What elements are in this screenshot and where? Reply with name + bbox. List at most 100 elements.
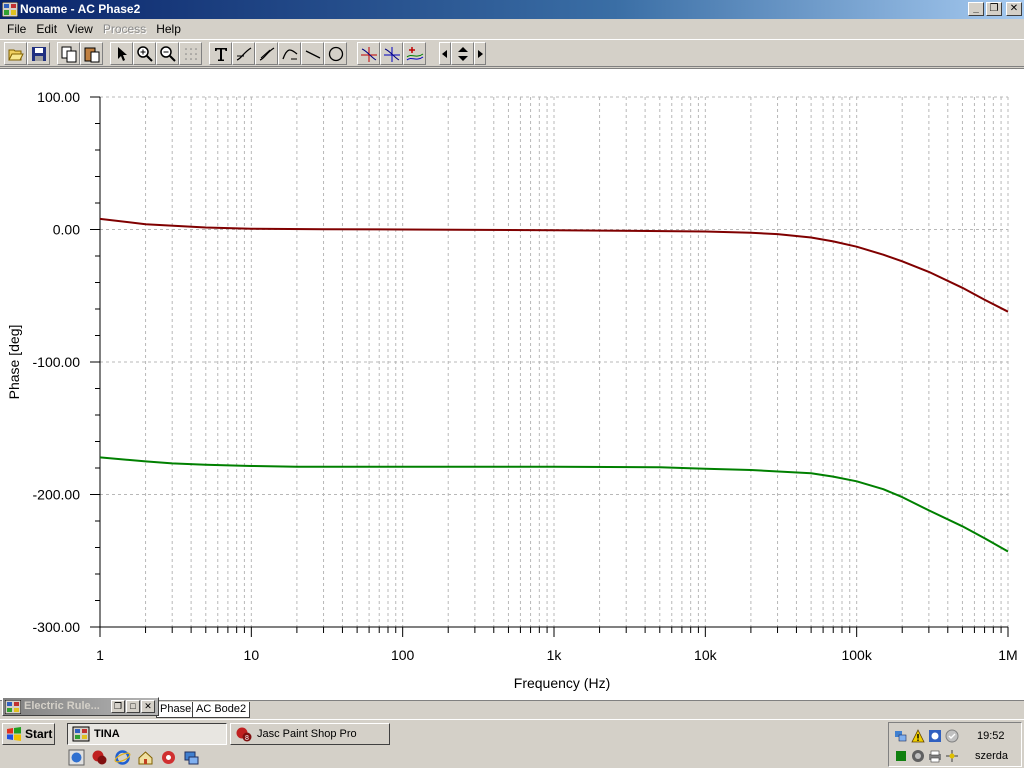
ql-home[interactable] — [135, 747, 155, 767]
menu-edit[interactable]: Edit — [31, 22, 62, 36]
x-tick-label: 10 — [244, 647, 260, 663]
y-axis-label: Phase [deg] — [6, 325, 22, 400]
svg-text:8: 8 — [245, 735, 249, 742]
menu-file[interactable]: File — [2, 22, 31, 36]
tab-ac-bode2[interactable]: AC Bode2 — [192, 702, 251, 718]
tray-row-bottom — [893, 748, 959, 763]
shield-icon — [928, 729, 941, 742]
zoom-100-button[interactable] — [156, 42, 179, 65]
task-paint-shop-pro[interactable]: 8 Jasc Paint Shop Pro — [230, 723, 390, 745]
ql-media[interactable] — [158, 747, 178, 767]
tina-app-icon[interactable] — [2, 2, 18, 17]
pointer-button[interactable] — [110, 42, 133, 65]
plot-area[interactable]: 1 10 100 1k 10k 100k 1M 100.00 0.00 -100.00 -200.0… — [0, 68, 1024, 700]
x-tick-label: 100k — [841, 647, 872, 663]
phase-chart[interactable]: 1 10 100 1k 10k 100k 1M 100.00 0.00 -100.00 -200.0… — [0, 69, 1024, 701]
ie-icon — [114, 749, 130, 765]
cursor-b-button[interactable] — [380, 42, 403, 65]
tray-connection[interactable] — [944, 748, 959, 763]
mini-restore-button[interactable]: ❐ — [111, 700, 125, 713]
home-icon — [138, 750, 152, 764]
start-button[interactable]: Start — [2, 723, 55, 745]
open-icon — [7, 49, 24, 60]
menu-help[interactable]: Help — [151, 22, 186, 36]
cursor-a-button[interactable] — [357, 42, 380, 65]
task-paint-shop-pro-label: Jasc Paint Shop Pro — [257, 728, 357, 740]
text-icon — [214, 47, 227, 61]
y-tick-label: -300.00 — [33, 619, 81, 635]
menu-process[interactable]: Process — [98, 22, 151, 36]
start-label: Start — [25, 727, 53, 741]
pan-updown-button[interactable] — [451, 42, 474, 65]
circle-button[interactable] — [324, 42, 347, 65]
text-button[interactable] — [209, 42, 232, 65]
copy-button[interactable] — [57, 42, 80, 65]
tray-sound[interactable] — [944, 728, 959, 743]
mini-maximize-button[interactable]: □ — [126, 700, 140, 713]
line-icon — [305, 49, 320, 59]
zoom-in-button[interactable] — [133, 42, 156, 65]
curve-icon — [281, 48, 297, 59]
window-controls: _ ❐ ✕ — [968, 2, 1022, 16]
open-button[interactable] — [4, 42, 27, 65]
x-tick-label: 1k — [547, 647, 563, 663]
marker-b-button[interactable] — [255, 42, 278, 65]
menu-view[interactable]: View — [62, 22, 98, 36]
x-axis-label: Frequency (Hz) — [514, 675, 610, 691]
windows-logo-icon — [7, 727, 21, 741]
network-icon — [184, 751, 198, 764]
line-button[interactable] — [301, 42, 324, 65]
marker-a-button[interactable] — [232, 42, 255, 65]
curve-button[interactable] — [278, 42, 301, 65]
ql-paint-shop-pro[interactable] — [89, 747, 109, 767]
ql-network[interactable] — [181, 747, 201, 767]
minimized-window[interactable]: Electric Rule... ❐ □ ✕ — [2, 697, 159, 716]
grid-button[interactable] — [179, 42, 202, 65]
add-curve-icon — [406, 46, 423, 60]
arrow-right-icon — [478, 49, 483, 58]
tina-app-icon — [5, 700, 21, 714]
tray-green-status[interactable] — [893, 748, 908, 763]
minimized-window-title: Electric Rule... — [24, 700, 100, 712]
minimize-button[interactable]: _ — [968, 2, 984, 16]
tray-shield[interactable] — [927, 728, 942, 743]
grid-icon — [184, 47, 197, 60]
tray-clock[interactable] — [910, 748, 925, 763]
connection-icon — [945, 749, 958, 762]
tray-network[interactable] — [893, 728, 908, 743]
ql-browser[interactable] — [66, 747, 86, 767]
marker-a-icon — [236, 46, 251, 61]
task-tina[interactable]: TINA — [67, 723, 227, 745]
tray-warning[interactable] — [910, 728, 925, 743]
x-tick-label: 10k — [694, 647, 718, 663]
save-button[interactable] — [27, 42, 50, 65]
task-tina-label: TINA — [94, 728, 120, 740]
cursor-a-icon — [360, 46, 377, 62]
marker-b-icon — [259, 46, 274, 61]
tray-printer[interactable] — [927, 748, 942, 763]
paint-shop-pro-icon — [92, 750, 106, 764]
printer-icon — [928, 750, 941, 762]
tray-clock-time[interactable]: 19:52 — [977, 730, 1005, 742]
paste-button[interactable] — [80, 42, 103, 65]
arrow-left-icon — [442, 49, 447, 58]
toolbar-annotate-group — [209, 42, 347, 66]
toolbar — [0, 39, 1024, 67]
pan-left-button[interactable] — [439, 42, 451, 65]
x-tick-label: 100 — [391, 647, 415, 663]
ql-internet-explorer[interactable] — [112, 747, 132, 767]
toolbar-clipboard-group — [57, 42, 103, 66]
menu-bar: File Edit View Process Help — [0, 19, 1024, 38]
close-button[interactable]: ✕ — [1006, 2, 1022, 16]
minimized-window-controls: ❐ □ ✕ — [111, 700, 155, 713]
toolbar-view-group — [110, 42, 202, 66]
zoom-100-icon — [159, 45, 176, 62]
pan-right-button[interactable] — [474, 42, 486, 65]
window-title: Noname - AC Phase2 — [20, 2, 141, 16]
toolbar-cursor-group — [357, 42, 426, 66]
x-tick-label: 1 — [96, 647, 104, 663]
x-tick-label: 1M — [998, 647, 1017, 663]
restore-button[interactable]: ❐ — [986, 2, 1002, 16]
add-curve-button[interactable] — [403, 42, 426, 65]
mini-close-button[interactable]: ✕ — [141, 700, 155, 713]
